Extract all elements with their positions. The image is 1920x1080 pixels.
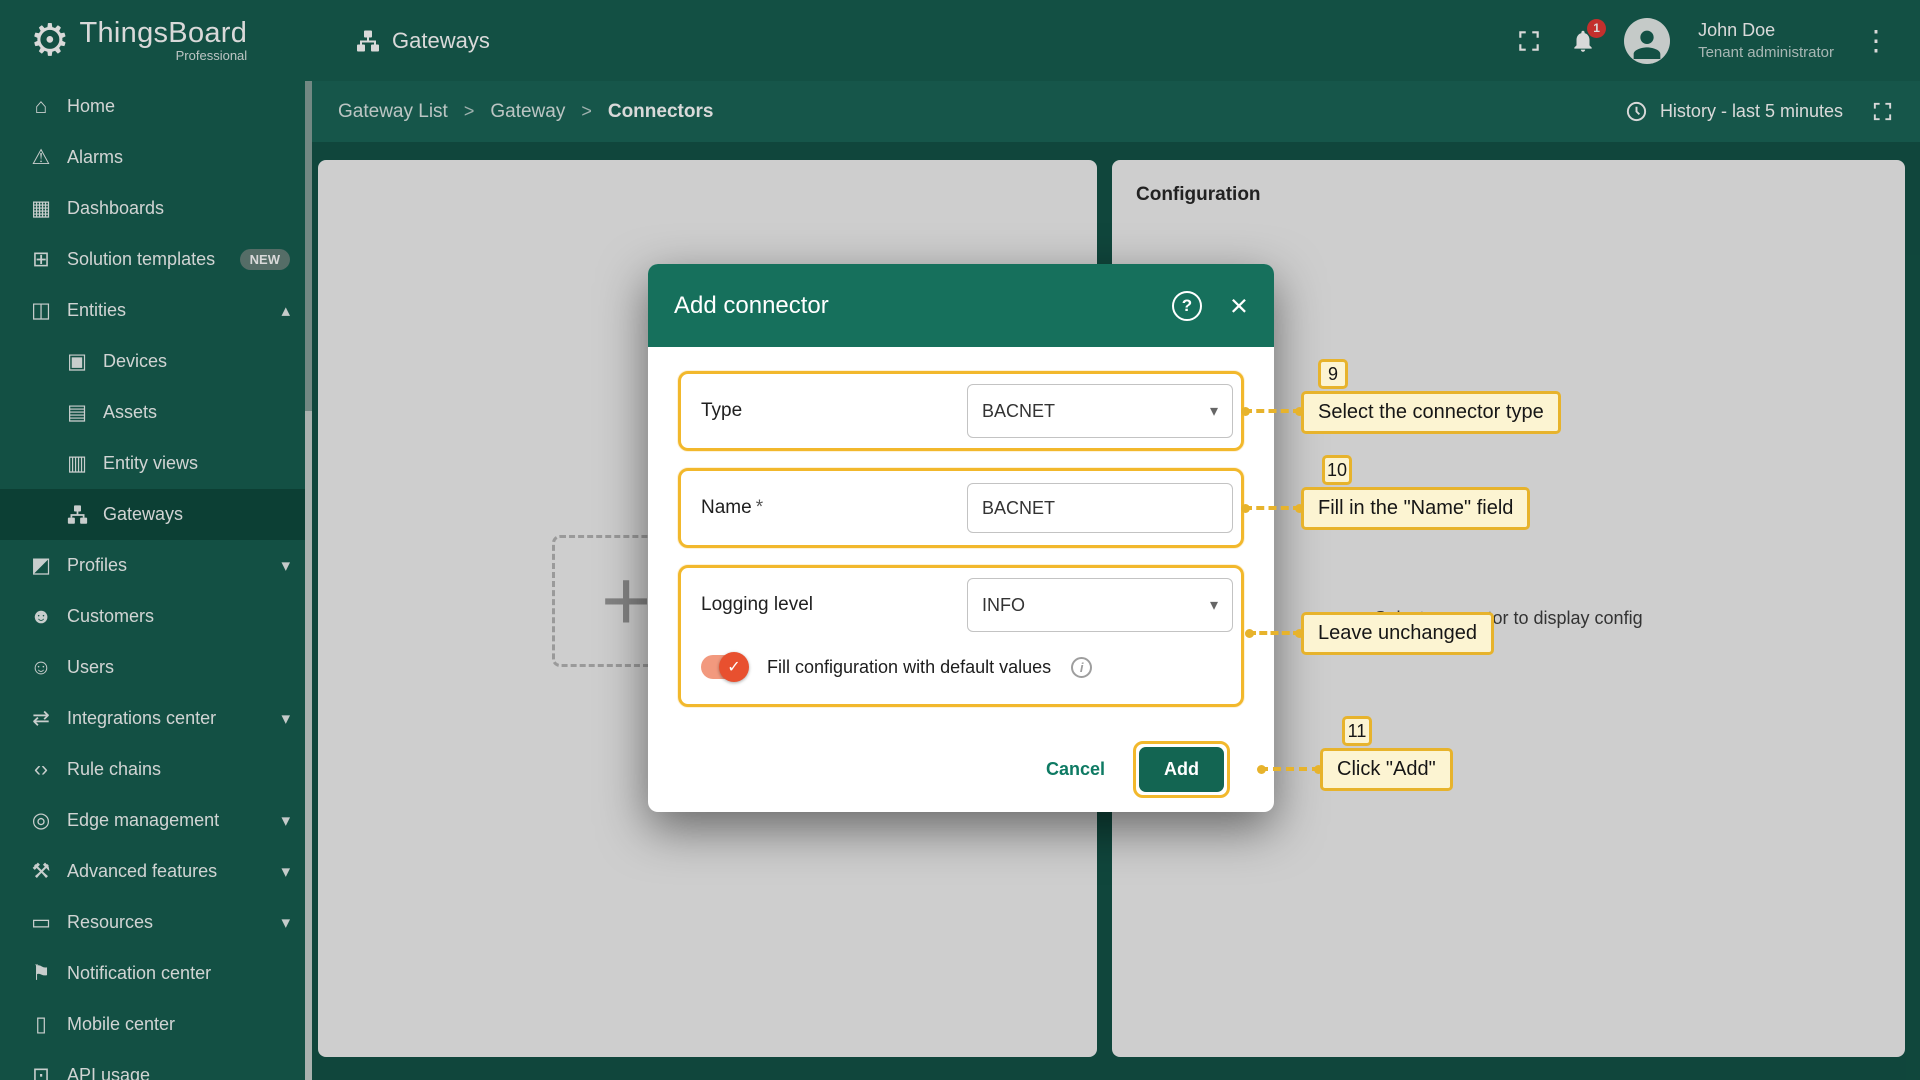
name-field-highlight: Name* — [678, 468, 1244, 548]
name-input[interactable] — [967, 483, 1233, 533]
type-label: Type — [701, 400, 967, 422]
thingsboard-app: ⚙ ThingsBoard Professional Gateways 1 — [0, 0, 1920, 1080]
dialog-footer: Cancel Add — [678, 707, 1244, 798]
type-field-highlight: Type BACNET ▾ — [678, 371, 1244, 451]
check-icon: ✓ — [727, 657, 740, 677]
required-asterisk: * — [756, 497, 763, 518]
type-select-value: BACNET — [982, 401, 1055, 422]
name-label: Name* — [701, 497, 967, 519]
dialog-header: Add connector ? × — [648, 264, 1274, 347]
cancel-button[interactable]: Cancel — [1046, 759, 1105, 780]
callout-select-connector-type: Select the connector type — [1301, 391, 1561, 434]
logging-level-value: INFO — [982, 595, 1025, 616]
type-select[interactable]: BACNET ▾ — [967, 384, 1233, 438]
add-button[interactable]: Add — [1139, 747, 1224, 792]
fill-defaults-toggle[interactable]: ✓ — [701, 655, 747, 679]
add-button-highlight: Add — [1133, 741, 1230, 798]
dialog-title: Add connector — [674, 292, 1172, 320]
callout-line-leave-unchanged — [1248, 631, 1301, 635]
callout-step-11-number: 11 — [1342, 716, 1372, 746]
logging-and-toggle-highlight: Logging level INFO ▾ ✓ Fill configuratio… — [678, 565, 1244, 707]
callout-step-10-number: 10 — [1322, 455, 1352, 485]
logging-level-select[interactable]: INFO ▾ — [967, 578, 1233, 632]
callout-step-9-number: 9 — [1318, 359, 1348, 389]
callout-fill-name-field: Fill in the "Name" field — [1301, 487, 1530, 530]
add-connector-dialog: Add connector ? × Type BACNET ▾ Name* — [648, 264, 1274, 812]
chevron-down-icon: ▾ — [1210, 401, 1218, 421]
chevron-down-icon: ▾ — [1210, 595, 1218, 615]
callout-line-10 — [1244, 506, 1301, 510]
help-icon[interactable]: ? — [1172, 291, 1202, 321]
dialog-body: Type BACNET ▾ Name* Logging level — [648, 347, 1274, 798]
callout-line-11 — [1260, 767, 1320, 771]
logging-level-label: Logging level — [701, 594, 967, 616]
callout-leave-unchanged: Leave unchanged — [1301, 612, 1494, 655]
info-icon[interactable]: i — [1071, 657, 1092, 678]
callout-line-9 — [1244, 409, 1301, 413]
close-icon[interactable]: × — [1230, 290, 1248, 321]
toggle-thumb: ✓ — [719, 652, 749, 682]
callout-click-add: Click "Add" — [1320, 748, 1453, 791]
fill-defaults-label: Fill configuration with default values — [767, 657, 1051, 678]
